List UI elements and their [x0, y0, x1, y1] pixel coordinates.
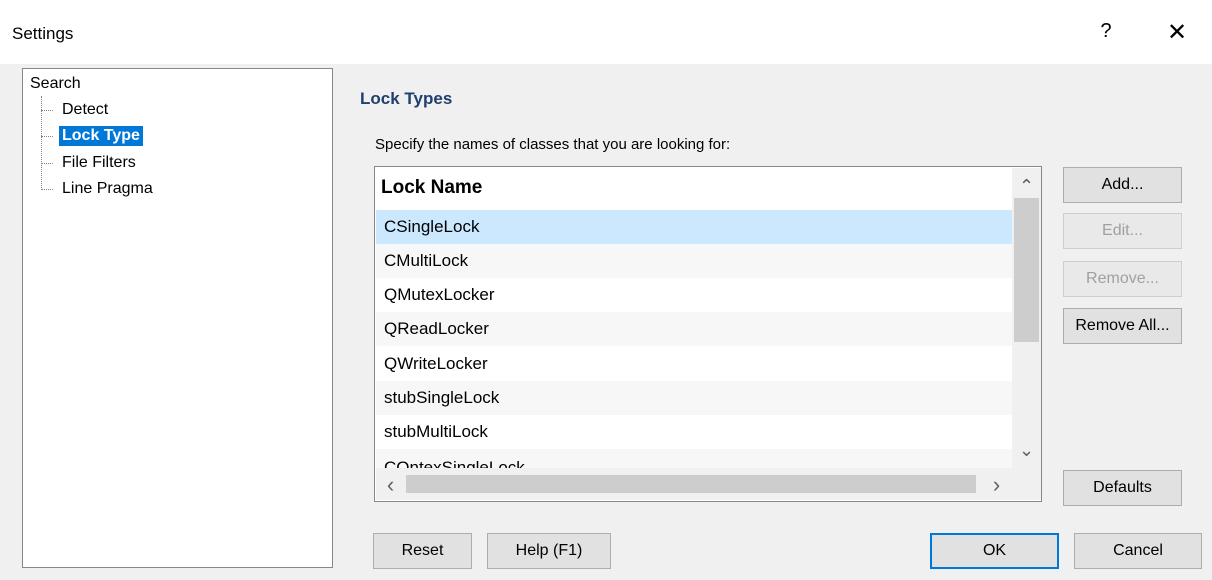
add-button[interactable]: Add... — [1063, 167, 1182, 203]
list-item[interactable]: COntexSingleLock — [376, 449, 1012, 468]
ok-button[interactable]: OK — [930, 533, 1059, 569]
remove-button[interactable]: Remove... — [1063, 261, 1182, 297]
tree-item-detect[interactable]: Detect — [59, 100, 111, 120]
help-question-icon[interactable]: ? — [1094, 20, 1118, 43]
list-item[interactable]: CMultiLock — [376, 244, 1012, 278]
tree-connector — [41, 189, 53, 190]
list-item[interactable]: stubSingleLock — [376, 381, 1012, 415]
scroll-up-icon[interactable]: ⌃ — [1012, 176, 1041, 197]
window-title: Settings — [12, 24, 74, 43]
list-item[interactable]: stubMultiLock — [376, 415, 1012, 449]
remove-all-button[interactable]: Remove All... — [1063, 308, 1182, 344]
tree-connector — [41, 163, 53, 164]
scroll-right-icon[interactable]: › — [982, 472, 1011, 498]
scroll-left-icon[interactable]: ‹ — [376, 472, 405, 498]
lock-name-list[interactable]: Lock Name CSingleLock CMultiLock QMutexL… — [374, 166, 1042, 502]
horizontal-scrollbar[interactable]: ‹ › — [376, 468, 1012, 500]
list-item[interactable]: CSingleLock — [376, 210, 1012, 244]
list-item[interactable]: QReadLocker — [376, 312, 1012, 346]
reset-button[interactable]: Reset — [373, 533, 472, 569]
title-bar: Settings ? ✕ — [0, 0, 1212, 64]
tree-root-search[interactable]: Search — [30, 75, 81, 93]
tree-connector — [41, 110, 53, 111]
close-icon[interactable]: ✕ — [1160, 18, 1194, 47]
vertical-scrollbar[interactable]: ⌃ ⌄ — [1012, 168, 1041, 468]
tree-item-line-pragma[interactable]: Line Pragma — [59, 179, 156, 199]
column-header-lock-name: Lock Name — [381, 177, 483, 198]
list-item[interactable]: QWriteLocker — [376, 347, 1012, 381]
vertical-scroll-thumb[interactable] — [1014, 198, 1039, 342]
list-item[interactable]: QMutexLocker — [376, 278, 1012, 312]
settings-tree[interactable]: Search Detect Lock Type File Filters Lin… — [22, 68, 333, 568]
horizontal-scroll-thumb[interactable] — [406, 475, 976, 493]
tree-item-file-filters[interactable]: File Filters — [59, 153, 139, 173]
instructions-label: Specify the names of classes that you ar… — [375, 136, 731, 153]
tree-item-lock-type[interactable]: Lock Type — [59, 126, 143, 146]
tree-connector — [41, 136, 53, 137]
scrollbar-corner — [1012, 468, 1041, 500]
defaults-button[interactable]: Defaults — [1063, 470, 1182, 506]
section-title: Lock Types — [360, 89, 453, 108]
scroll-down-icon[interactable]: ⌄ — [1012, 440, 1041, 461]
cancel-button[interactable]: Cancel — [1074, 533, 1202, 569]
edit-button[interactable]: Edit... — [1063, 213, 1182, 249]
help-button[interactable]: Help (F1) — [487, 533, 611, 569]
